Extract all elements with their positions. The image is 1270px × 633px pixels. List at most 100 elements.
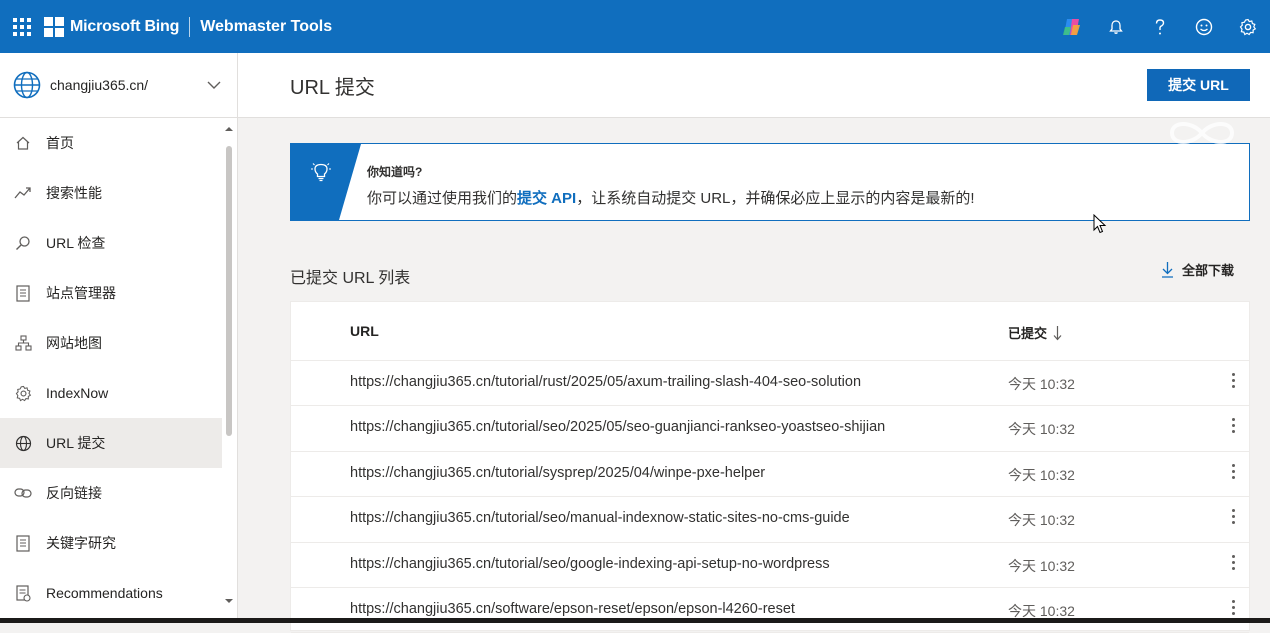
column-header-url[interactable]: URL <box>350 323 379 339</box>
top-bar-actions <box>1050 0 1270 53</box>
row-date: 今天 10:32 <box>1008 512 1075 529</box>
table-row[interactable]: https://changjiu365.cn/tutorial/sysprep/… <box>291 452 1249 498</box>
lightbulb-icon <box>311 163 331 182</box>
row-date: 今天 10:32 <box>1008 466 1075 483</box>
notifications-button[interactable] <box>1094 0 1138 53</box>
tip-banner: 你知道吗? 你可以通过使用我们的提交 API，让系统自动提交 URL，并确保必应… <box>290 143 1250 221</box>
sidebar-item-sitemaps[interactable]: 网站地图 <box>0 318 222 368</box>
recommendations-icon <box>15 584 31 602</box>
more-options-icon[interactable] <box>1225 554 1241 570</box>
sidebar-item-label: 搜索性能 <box>46 185 102 201</box>
download-icon <box>1161 262 1173 278</box>
tip-band <box>291 144 361 220</box>
sidebar-item-url-submission[interactable]: URL 提交 <box>0 418 222 468</box>
row-date: 今天 10:32 <box>1008 421 1075 438</box>
more-options-icon[interactable] <box>1225 373 1241 388</box>
copilot-icon <box>1063 18 1080 35</box>
scroll-down-icon[interactable] <box>224 598 234 604</box>
document-icon <box>16 284 30 302</box>
tip-body: 你可以通过使用我们的提交 API，让系统自动提交 URL，并确保必应上显示的内容… <box>367 187 975 208</box>
row-url: https://changjiu365.cn/tutorial/seo/goog… <box>350 555 830 572</box>
row-date: 今天 10:32 <box>1008 557 1075 574</box>
tip-title: 你知道吗? <box>367 165 423 179</box>
sidebar-item-indexnow[interactable]: IndexNow <box>0 368 222 418</box>
microsoft-logo-icon <box>44 16 64 37</box>
download-all-label: 全部下载 <box>1181 263 1234 278</box>
sidebar-item-label: 反向链接 <box>46 485 102 501</box>
sidebar-item-backlinks[interactable]: 反向链接 <box>0 468 222 518</box>
row-url: https://changjiu365.cn/tutorial/sysprep/… <box>350 464 766 481</box>
help-button[interactable] <box>1138 0 1182 53</box>
table-row[interactable]: https://changjiu365.cn/tutorial/seo/2025… <box>291 406 1249 452</box>
link-icon <box>14 488 32 498</box>
waffle-icon <box>13 17 31 36</box>
list-title: 已提交 URL 列表 <box>290 270 411 287</box>
tip-body-end: ，让系统自动提交 URL，并确保必应上显示的内容是最新的! <box>576 190 975 207</box>
main-content: URL 提交 提交 URL 你知道吗? 你可以通过使用我们的提交 API，让系统… <box>238 53 1270 633</box>
submit-url-button[interactable]: 提交 URL <box>1147 69 1250 101</box>
table-header: URL 已提交 <box>291 302 1249 361</box>
submission-api-link[interactable]: 提交 API <box>517 190 576 207</box>
tip-body-start: 你可以通过使用我们的 <box>367 190 518 207</box>
site-name: changjiu365.cn/ <box>50 77 149 93</box>
row-url: https://changjiu365.cn/tutorial/rust/202… <box>350 374 862 390</box>
sidebar-item-label: 网站地图 <box>46 335 102 351</box>
sidebar-item-site-explorer[interactable]: 站点管理器 <box>0 268 222 318</box>
row-url: https://changjiu365.cn/tutorial/seo/2025… <box>350 419 886 436</box>
brand-name[interactable]: Microsoft Bing <box>70 18 179 36</box>
download-all-button[interactable]: 全部下载 <box>1161 260 1234 279</box>
brand-divider <box>189 16 191 37</box>
sidebar-item-search-performance[interactable]: 搜索性能 <box>0 168 222 218</box>
more-options-icon[interactable] <box>1225 463 1241 479</box>
home-icon <box>16 136 30 150</box>
app-launcher-button[interactable] <box>0 0 44 53</box>
sidebar-item-home[interactable]: 首页 <box>0 118 222 168</box>
mouse-cursor-icon <box>1093 214 1107 234</box>
more-options-icon[interactable] <box>1225 599 1241 615</box>
copilot-button[interactable] <box>1050 0 1094 53</box>
bell-icon <box>1109 19 1123 34</box>
sidebar-item-recommendations[interactable]: Recommendations <box>0 568 222 618</box>
document-icon <box>16 534 30 552</box>
search-icon <box>16 236 30 250</box>
sidebar-item-url-inspection[interactable]: URL 检查 <box>0 218 222 268</box>
table-row[interactable]: https://changjiu365.cn/tutorial/seo/goog… <box>291 543 1249 588</box>
table-row[interactable]: https://changjiu365.cn/software/epson-re… <box>291 588 1249 633</box>
table-row[interactable]: https://changjiu365.cn/tutorial/rust/202… <box>291 361 1249 407</box>
feedback-button[interactable] <box>1182 0 1226 53</box>
sidebar-item-label: 站点管理器 <box>46 285 116 301</box>
gear-icon <box>15 385 31 401</box>
sidebar-item-label: IndexNow <box>46 385 109 401</box>
page-header: URL 提交 提交 URL <box>238 53 1270 118</box>
sidebar-item-label: 首页 <box>46 135 74 151</box>
feedback-icon <box>1195 18 1213 35</box>
trend-icon <box>14 187 31 199</box>
sidebar-item-label: URL 检查 <box>46 235 106 251</box>
settings-button[interactable] <box>1226 0 1270 53</box>
row-date: 今天 10:32 <box>1008 376 1075 392</box>
row-url: https://changjiu365.cn/software/epson-re… <box>350 600 795 617</box>
sidebar-item-label: Recommendations <box>46 585 163 601</box>
tip-text: 你知道吗? 你可以通过使用我们的提交 API，让系统自动提交 URL，并确保必应… <box>361 144 975 220</box>
column-header-submitted-label: 已提交 <box>1008 326 1048 341</box>
sidebar-scrollbar[interactable] <box>224 126 234 616</box>
scrollbar-thumb[interactable] <box>226 146 232 436</box>
taskbar-edge <box>0 618 1270 623</box>
table-row[interactable]: https://changjiu365.cn/tutorial/seo/manu… <box>291 497 1249 543</box>
top-bar: Microsoft Bing Webmaster Tools <box>0 0 1270 53</box>
gear-icon <box>1239 18 1257 35</box>
scroll-up-icon[interactable] <box>224 126 234 132</box>
product-name[interactable]: Webmaster Tools <box>200 18 332 36</box>
sidebar-nav: 首页 搜索性能 URL 检查 站点管理器 网站地图 IndexNow URL 提… <box>0 118 237 618</box>
more-options-icon[interactable] <box>1225 509 1241 525</box>
sidebar: changjiu365.cn/ 首页 搜索性能 URL 检查 站点管理器 网站地… <box>0 53 238 623</box>
sort-descending-icon <box>1053 325 1062 340</box>
globe-icon <box>15 435 31 451</box>
sidebar-item-label: 关键字研究 <box>46 535 116 551</box>
column-header-submitted[interactable]: 已提交 <box>1008 323 1062 342</box>
chevron-down-icon[interactable] <box>207 81 221 89</box>
globe-icon <box>13 71 41 99</box>
site-selector[interactable]: changjiu365.cn/ <box>0 53 237 118</box>
more-options-icon[interactable] <box>1225 418 1241 434</box>
sidebar-item-keyword-research[interactable]: 关键字研究 <box>0 518 222 568</box>
